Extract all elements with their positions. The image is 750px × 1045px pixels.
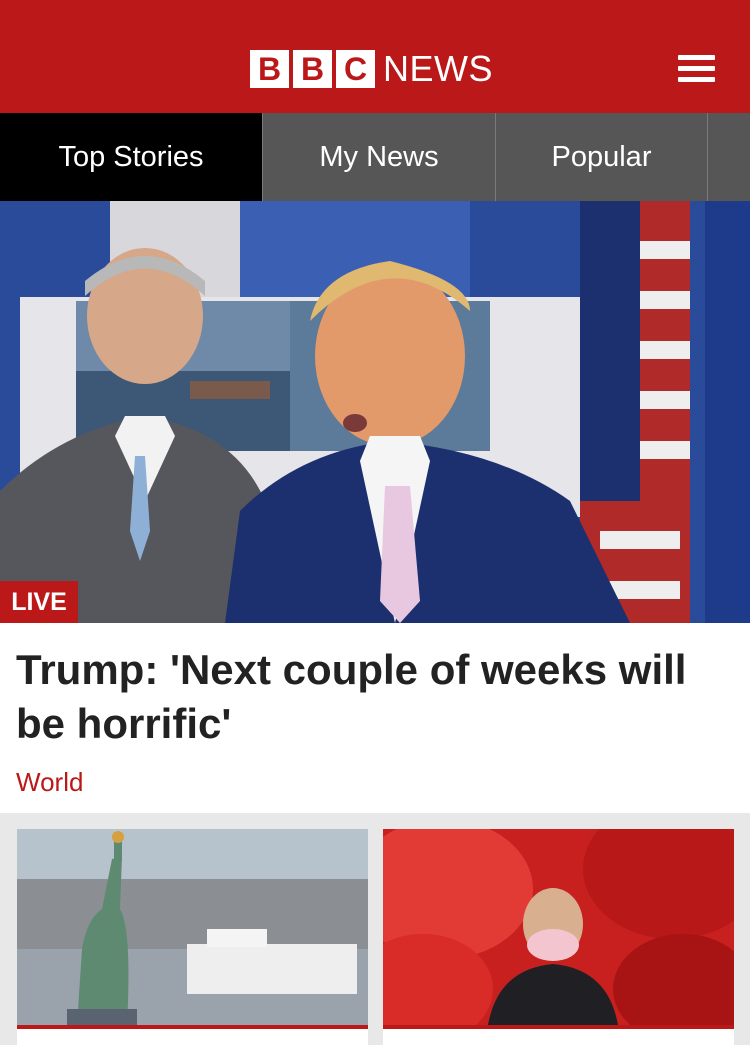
logo-letter-c: C <box>336 50 375 88</box>
section-link-world[interactable]: World <box>16 767 83 798</box>
tab-top-stories[interactable]: Top Stories <box>0 113 263 201</box>
card-accent-bar <box>383 1025 734 1029</box>
tab-more[interactable] <box>708 113 750 201</box>
hamburger-menu-icon[interactable] <box>670 48 716 90</box>
hero-image[interactable] <box>0 201 750 623</box>
lead-story: Trump: 'Next couple of weeks will be hor… <box>0 623 750 813</box>
bbc-news-logo[interactable]: B B C NEWS <box>250 50 493 88</box>
live-badge: LIVE <box>0 581 78 623</box>
logo-letter-b1: B <box>250 50 289 88</box>
story-card[interactable] <box>383 829 734 1045</box>
tab-popular[interactable]: Popular <box>496 113 708 201</box>
top-header: B B C NEWS <box>0 0 750 113</box>
face-mask-man-image <box>383 829 734 1025</box>
section-tabs: Top Stories My News Popular <box>0 113 750 201</box>
logo-letter-b2: B <box>293 50 332 88</box>
menu-line <box>678 77 715 82</box>
statue-of-liberty-image <box>17 829 368 1025</box>
logo-news-text: NEWS <box>383 48 493 89</box>
menu-line <box>678 55 715 60</box>
story-card[interactable] <box>17 829 368 1045</box>
menu-line <box>678 66 715 71</box>
tab-my-news[interactable]: My News <box>263 113 496 201</box>
lead-headline[interactable]: Trump: 'Next couple of weeks will be hor… <box>16 643 716 751</box>
card-accent-bar <box>17 1025 368 1029</box>
